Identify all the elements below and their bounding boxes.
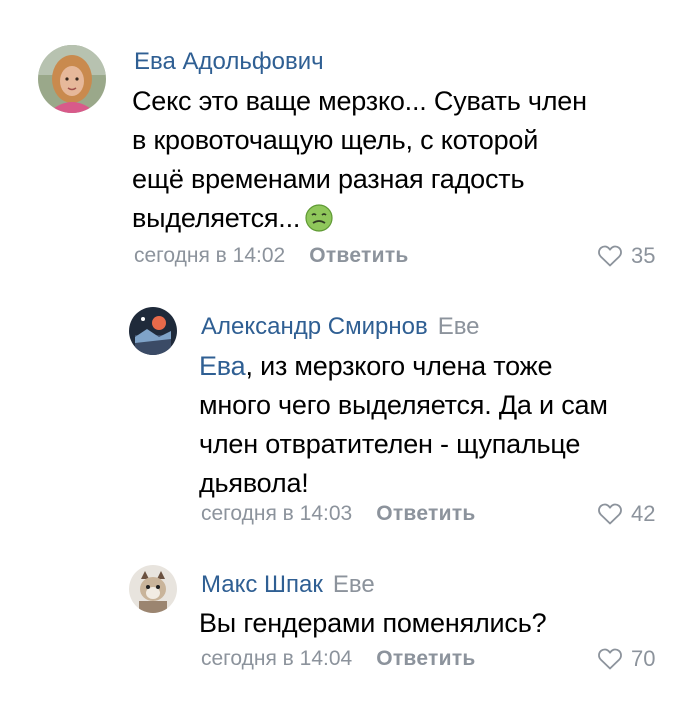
like-count: 42 [631,501,656,526]
comment-author: Александр Смирнов Еве [201,313,480,341]
reply-button[interactable]: Ответить [376,502,475,525]
avatar[interactable] [129,565,177,613]
comment-line: член отвратителен - щупальце [199,429,581,459]
comment-time[interactable]: сегодня в 14:03 [201,502,352,525]
reply-to-label[interactable]: Еве [333,571,375,598]
author-name[interactable]: Макс Шпак [201,571,323,598]
comment-line: ещё временами разная гадость [132,164,525,194]
like-button[interactable]: 42 [597,501,655,527]
avatar-photo [38,45,106,113]
comment-line: дьявола! [199,468,309,498]
comment-line-text: выделяется... [132,203,301,233]
comment-meta: сегодня в 14:02 Ответить [134,243,409,269]
comment-time[interactable]: сегодня в 14:02 [134,244,285,267]
reply-to-label[interactable]: Еве [438,313,480,340]
comment-author[interactable]: Ева Адольфович [134,48,324,76]
heart-outline-icon [598,245,622,267]
avatar-photo [129,307,177,355]
comment-line: Ева, из мерзкого члена тоже [199,347,679,386]
comment-line: Секс это ваще мерзко... Сувать член [132,86,587,116]
avatar[interactable] [129,307,177,355]
comment-line: в кровоточащую щель, с которой [132,125,539,155]
avatar[interactable] [38,45,106,113]
like-button[interactable]: 35 [597,243,655,269]
comment-text: Ева, из мерзкого члена тоже много чего в… [199,347,679,503]
like-count: 70 [631,646,656,671]
nauseated-face-emoji [304,203,334,244]
comment-line: много чего выделяется. Да и сам [199,390,608,420]
comment-text: Секс это ваще мерзко... Сувать член в кр… [132,82,672,244]
author-name[interactable]: Александр Смирнов [201,313,428,340]
comment-text: Вы гендерами поменялись? [199,604,679,643]
like-button[interactable]: 70 [597,646,655,672]
heart-outline-icon [598,648,622,670]
comment-meta: сегодня в 14:04 Ответить [201,646,476,672]
comment-meta: сегодня в 14:03 Ответить [201,501,476,527]
comment-time[interactable]: сегодня в 14:04 [201,647,352,670]
comment-author: Макс Шпак Еве [201,571,375,599]
avatar-photo [129,565,177,613]
reply-button[interactable]: Ответить [309,244,408,267]
mention-link[interactable]: Ева [199,351,246,381]
comment-line: Вы гендерами поменялись? [199,608,547,638]
heart-outline-icon [598,503,622,525]
like-count: 35 [631,243,656,268]
author-name[interactable]: Ева Адольфович [134,48,324,75]
reply-button[interactable]: Ответить [376,647,475,670]
comment-line: выделяется... [132,199,672,244]
comment-line-text: , из мерзкого члена тоже [245,351,553,381]
